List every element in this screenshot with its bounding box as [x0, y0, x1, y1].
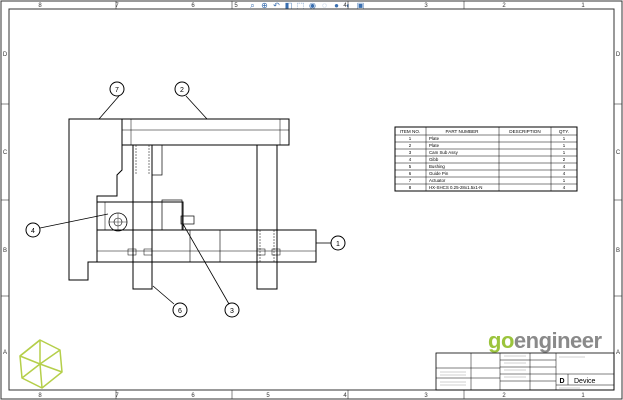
top-plate: [121, 118, 290, 146]
balloon-7-label: 7: [115, 87, 119, 94]
title-block-title: Device: [574, 378, 596, 385]
logo-engineer: engineer: [514, 328, 603, 353]
zone-label-bottom-1: 1: [581, 393, 585, 399]
balloon-2-label: 2: [180, 87, 184, 94]
zone-label-right-D: D: [616, 52, 621, 58]
bom-row-part-number: HX-SHCS 0.25-28x1.5x1-N: [429, 185, 482, 190]
bom-row-part-number: Actuator: [429, 178, 446, 183]
bom-header-item-no: ITEM NO.: [400, 129, 420, 134]
zone-label-top-2: 2: [502, 3, 506, 9]
bom-row-part-number: Guide Pin: [429, 171, 449, 176]
balloon-1-label: 1: [336, 241, 340, 248]
svg-text:goengineer: goengineer: [488, 328, 603, 353]
title-block-size: D: [559, 378, 564, 385]
zone-label-right-B: B: [616, 248, 620, 254]
zone-label-bottom-7: 7: [115, 393, 119, 399]
bom-header-description: DESCRIPTION: [509, 129, 540, 134]
bom-row-part-number: Gibb: [429, 157, 439, 162]
zone-label-top-6: 6: [191, 3, 195, 9]
balloon-4-label: 4: [31, 228, 35, 235]
bom-header-part-number: PART NUMBER: [446, 129, 480, 134]
logo-go: go: [488, 328, 514, 353]
zone-label-top-5: 5: [234, 3, 238, 9]
bom-row-part-number: Plate: [429, 136, 440, 141]
bottom-plate: [96, 229, 317, 263]
bom-row-part-number: Bushing: [429, 164, 445, 169]
bom-header-qty: QTY.: [559, 129, 569, 134]
zone-label-bottom-3: 3: [424, 393, 428, 399]
zone-label-left-C: C: [3, 150, 8, 156]
balloon-6[interactable]: 6: [172, 302, 188, 318]
zone-label-bottom-5: 5: [266, 393, 270, 399]
zone-label-top-7: 7: [115, 3, 119, 9]
balloon-3[interactable]: 3: [224, 302, 240, 318]
goengineer-logo-icon: [19, 339, 63, 389]
assembly-drawing-view[interactable]: [68, 118, 317, 290]
zone-label-left-D: D: [3, 52, 8, 58]
bom-table[interactable]: ITEM NO. PART NUMBER DESCRIPTION QTY. 1 …: [394, 126, 578, 192]
right-guide-pin: [256, 144, 278, 290]
zone-label-bottom-4: 4: [343, 393, 347, 399]
goengineer-logo-text: goengineer: [488, 328, 603, 353]
balloon-2[interactable]: 2: [174, 81, 190, 97]
zone-label-bottom-8: 8: [38, 393, 42, 399]
bom-row-part-number: Plate: [429, 143, 440, 148]
actuator-outline: [68, 118, 123, 281]
zone-label-bottom-6: 6: [191, 393, 195, 399]
zone-label-top-1: 1: [581, 3, 585, 9]
zone-label-right-C: C: [616, 150, 621, 156]
zone-label-left-A: A: [3, 350, 7, 356]
balloon-1[interactable]: 1: [330, 235, 346, 251]
balloon-3-label: 3: [230, 308, 234, 315]
zone-label-top-8: 8: [38, 3, 42, 9]
balloon-4[interactable]: 4: [25, 222, 41, 238]
zone-label-top-4: 4: [343, 3, 347, 9]
balloon-7[interactable]: 7: [109, 81, 125, 97]
zone-label-left-B: B: [3, 248, 7, 254]
bom-row-part-number: Cam Sub Assy: [429, 150, 459, 155]
balloon-6-label: 6: [178, 308, 182, 315]
drawing-sheet: 8 7 6 5 4 3 2 1 8 7 6 5 4 3 2 1 D C B A …: [0, 0, 623, 400]
zone-label-right-A: A: [616, 350, 620, 356]
zone-label-bottom-2: 2: [502, 393, 506, 399]
zone-label-top-3: 3: [424, 3, 428, 9]
